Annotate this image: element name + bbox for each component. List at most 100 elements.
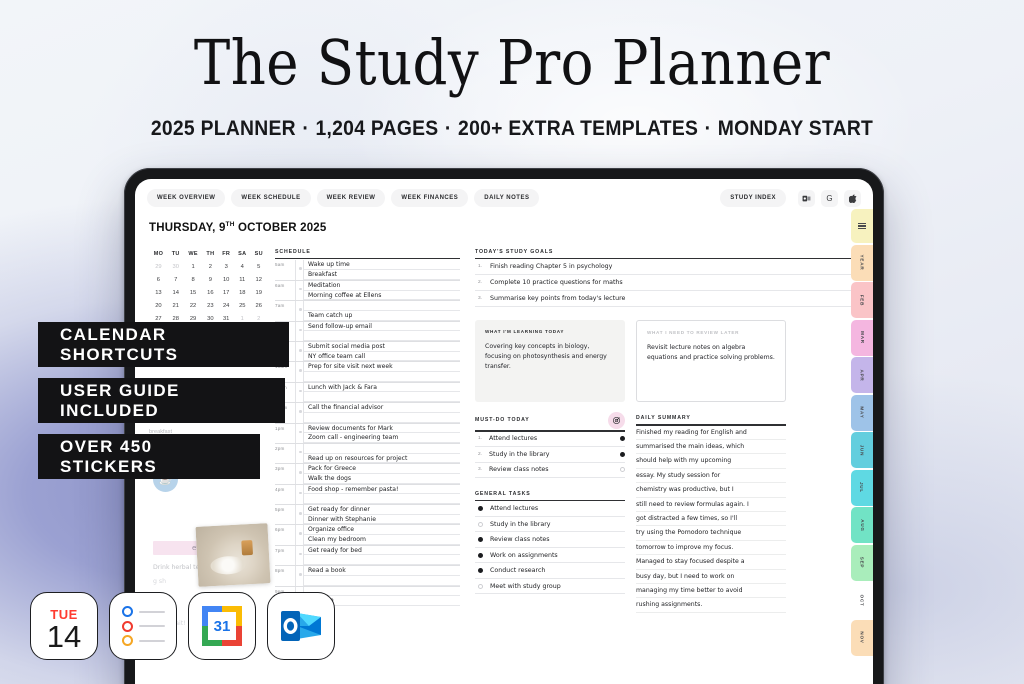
schedule-entry[interactable] xyxy=(304,555,460,566)
calendar-day-cell[interactable]: 21 xyxy=(168,299,184,312)
study-goal-row[interactable]: 1. Finish reading Chapter 5 in psychology xyxy=(475,259,860,276)
checkbox-icon[interactable] xyxy=(478,583,483,589)
schedule-entry[interactable]: Lunch with Jack & Fara xyxy=(304,383,460,393)
calendar-day-cell[interactable]: 16 xyxy=(202,287,218,300)
schedule-entry[interactable] xyxy=(304,444,460,454)
checkbox-icon[interactable] xyxy=(620,467,625,473)
calendar-day-cell[interactable]: 10 xyxy=(218,274,234,287)
month-tab-nov[interactable]: NOV xyxy=(851,619,873,656)
checkbox-icon[interactable] xyxy=(478,537,483,543)
schedule-entry[interactable]: Walk the dogs xyxy=(304,474,460,484)
general-task-row[interactable]: Review class notes xyxy=(475,532,625,548)
must-do-row[interactable]: 1. Attend lectures xyxy=(475,432,625,448)
schedule-entry[interactable] xyxy=(304,331,460,342)
calendar-day-cell[interactable]: 18 xyxy=(234,287,250,300)
calendar-day-cell[interactable]: 1 xyxy=(184,261,203,274)
month-tab-may[interactable]: MAY xyxy=(851,394,873,431)
schedule-entry[interactable]: Prep for site visit next week xyxy=(304,362,460,373)
schedule-entry[interactable] xyxy=(304,392,460,403)
month-tab-sep[interactable]: SEP xyxy=(851,544,873,581)
nav-tab-daily-notes[interactable]: DAILY NOTES xyxy=(474,189,540,207)
schedule-entry[interactable]: Team catch up xyxy=(304,311,460,321)
mini-calendar[interactable]: MO TU WE TH FR SA SU 29 30 1 2 3 4 5 6 7 8 9 10 11 12 13 14 15… xyxy=(149,249,267,325)
schedule-entry[interactable]: Dinner with Stephanie xyxy=(304,515,460,525)
checkbox-icon[interactable] xyxy=(478,552,483,558)
calendar-day-cell[interactable]: 14 xyxy=(168,287,184,300)
month-tab-feb[interactable]: FEB xyxy=(851,282,873,318)
checkbox-icon[interactable] xyxy=(478,506,483,512)
schedule-entry[interactable]: Send follow-up email xyxy=(304,322,460,332)
schedule-entry[interactable]: Submit social media post xyxy=(304,342,460,352)
month-tab-year[interactable]: YEAR xyxy=(851,244,873,281)
study-goal-row[interactable]: 3. Summarise key points from today's lect… xyxy=(475,291,860,308)
google-calendar-icon[interactable]: 31 xyxy=(188,592,256,660)
checkbox-icon[interactable] xyxy=(478,568,483,574)
calendar-day-cell[interactable]: 26 xyxy=(251,299,268,312)
month-tab-apr[interactable]: APR xyxy=(851,357,873,393)
schedule-entry[interactable] xyxy=(304,494,460,505)
schedule-entry[interactable]: Zoom call - engineering team xyxy=(304,433,460,443)
calendar-day-cell[interactable]: 6 xyxy=(149,274,168,287)
month-tab-oct[interactable]: OCT xyxy=(851,582,873,618)
calendar-day-cell[interactable]: 5 xyxy=(251,261,268,274)
menu-icon[interactable] xyxy=(851,209,873,243)
calendar-day-cell[interactable]: 12 xyxy=(251,274,268,287)
calendar-day-cell[interactable]: 11 xyxy=(234,274,250,287)
google-icon[interactable]: G xyxy=(821,189,838,207)
general-task-row[interactable]: Conduct research xyxy=(475,563,625,579)
nav-tab-week-schedule[interactable]: WEEK SCHEDULE xyxy=(231,189,311,207)
calendar-day-cell[interactable]: 13 xyxy=(149,287,168,300)
calendar-day-cell[interactable]: 20 xyxy=(149,299,168,312)
checkbox-icon[interactable] xyxy=(620,451,625,457)
calendar-day-cell[interactable]: 4 xyxy=(234,261,250,274)
daily-summary-text[interactable]: Finished my reading for English and summa… xyxy=(636,426,786,613)
calendar-day-cell[interactable]: 7 xyxy=(168,274,184,287)
outlook-icon[interactable] xyxy=(798,189,815,207)
schedule-entry[interactable]: Wake up time xyxy=(304,260,460,271)
schedule-entry[interactable]: Call the financial advisor xyxy=(304,403,460,413)
schedule-entry[interactable]: Morning coffee at Ellens xyxy=(304,291,460,301)
checkbox-icon[interactable] xyxy=(478,521,483,527)
schedule-entry[interactable]: Food shop - remember pasta! xyxy=(304,485,460,495)
calendar-day-cell[interactable]: 24 xyxy=(218,299,234,312)
calendar-day-cell[interactable]: 9 xyxy=(202,274,218,287)
month-tab-jul[interactable]: JUL xyxy=(851,469,873,506)
apple-calendar-icon[interactable]: TUE 14 xyxy=(30,592,98,660)
schedule-entry[interactable]: Clean my bedroom xyxy=(304,535,460,545)
month-tab-aug[interactable]: AUG xyxy=(851,507,873,543)
calendar-day-cell[interactable]: 23 xyxy=(202,299,218,312)
schedule-entry[interactable]: Breakfast xyxy=(304,270,460,280)
calendar-day-cell[interactable]: 29 xyxy=(149,261,168,274)
schedule-entry[interactable] xyxy=(304,413,460,423)
schedule-entry[interactable] xyxy=(304,301,460,311)
general-task-row[interactable]: Meet with study group xyxy=(475,579,625,595)
calendar-day-cell[interactable]: 22 xyxy=(184,299,203,312)
nav-tab-week-overview[interactable]: WEEK OVERVIEW xyxy=(147,189,226,207)
schedule-entry[interactable]: Get ready for bed xyxy=(304,546,460,556)
nav-tab-week-review[interactable]: WEEK REVIEW xyxy=(316,189,386,207)
review-later-box[interactable]: WHAT I NEED TO REVIEW LATER Revisit lect… xyxy=(636,320,786,403)
schedule-entry[interactable] xyxy=(304,576,460,586)
calendar-day-cell[interactable]: 30 xyxy=(168,261,184,274)
general-task-row[interactable]: Attend lectures xyxy=(475,501,625,517)
month-tab-jun[interactable]: JUN xyxy=(851,432,873,468)
apple-icon[interactable] xyxy=(844,189,861,207)
schedule-entry[interactable]: Get ready for dinner xyxy=(304,505,460,515)
schedule-entry[interactable]: Review documents for Mark xyxy=(304,424,460,434)
calendar-day-cell[interactable]: 15 xyxy=(184,287,203,300)
target-icon[interactable] xyxy=(608,412,625,430)
calendar-day-cell[interactable]: 2 xyxy=(202,261,218,274)
schedule-entry[interactable]: Read up on resources for project xyxy=(304,454,460,464)
must-do-row[interactable]: 2. Study in the library xyxy=(475,447,625,463)
general-task-row[interactable]: Work on assignments xyxy=(475,548,625,564)
outlook-icon[interactable] xyxy=(267,592,335,660)
schedule-entry[interactable]: NY office team call xyxy=(304,352,460,362)
reminders-icon[interactable] xyxy=(109,592,177,660)
must-do-row[interactable]: 3. Review class notes xyxy=(475,463,625,479)
checkbox-icon[interactable] xyxy=(620,436,625,442)
schedule-entry[interactable]: Pack for Greece xyxy=(304,464,460,474)
schedule-entry[interactable]: Read a book xyxy=(304,566,460,576)
study-goal-row[interactable]: 2. Complete 10 practice questions for mat… xyxy=(475,275,860,292)
schedule-entry[interactable]: Meditation xyxy=(304,281,460,291)
calendar-day-cell[interactable]: 19 xyxy=(251,287,268,300)
